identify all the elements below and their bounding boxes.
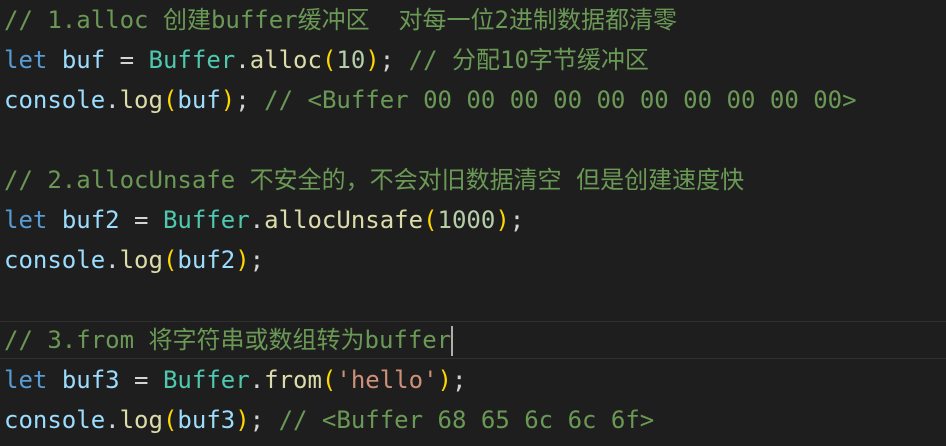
bracket-token: ( bbox=[321, 366, 337, 394]
punctuation-token: ; bbox=[451, 366, 467, 394]
comment-token: // 2.allocUnsafe 不安全的，不会对旧数据清空 但是创建速度快 bbox=[4, 166, 745, 194]
code-line[interactable]: // 3.from 将字符串或数组转为buffer bbox=[4, 320, 454, 360]
class-token: Buffer bbox=[148, 46, 236, 74]
function-token: alloc bbox=[249, 46, 322, 74]
variable-token: console bbox=[4, 246, 106, 274]
number-literal: 1000 bbox=[437, 206, 496, 234]
comment-token: // <Buffer 00 00 00 00 00 00 00 00 00 00… bbox=[264, 86, 857, 114]
variable-token: console bbox=[4, 406, 106, 434]
keyword-token: let bbox=[4, 366, 48, 394]
bracket-token: ) bbox=[437, 366, 452, 394]
punctuation-token: . bbox=[249, 206, 265, 234]
variable-token: buf bbox=[177, 86, 221, 114]
class-token: Buffer bbox=[162, 206, 250, 234]
punctuation-token: ; bbox=[249, 246, 265, 274]
code-line[interactable]: let buf3 = Buffer.from('hello'); bbox=[4, 360, 466, 400]
bracket-token: ( bbox=[321, 46, 337, 74]
text-cursor bbox=[451, 326, 454, 356]
code-line[interactable]: console.log(buf); // <Buffer 00 00 00 00… bbox=[4, 80, 857, 120]
punctuation-token: ; bbox=[235, 86, 265, 114]
bracket-token: ( bbox=[162, 86, 178, 114]
punctuation-token bbox=[47, 206, 61, 234]
punctuation-token: . bbox=[235, 46, 250, 74]
punctuation-token bbox=[47, 366, 61, 394]
bracket-token: ) bbox=[365, 46, 380, 74]
bracket-token: ) bbox=[235, 406, 250, 434]
function-token: log bbox=[119, 406, 163, 434]
comment-token: // 3.from 将字符串或数组转为buffer bbox=[4, 326, 452, 354]
punctuation-token: . bbox=[105, 406, 120, 434]
punctuation-token: . bbox=[105, 246, 120, 274]
punctuation-token: . bbox=[105, 86, 120, 114]
variable-token: console bbox=[4, 86, 106, 114]
punctuation-token: = bbox=[119, 366, 163, 394]
code-line[interactable]: // 1.alloc 创建buffer缓冲区 对每一位2进制数据都清零 bbox=[4, 0, 677, 40]
function-token: log bbox=[119, 246, 163, 274]
variable-token: buf bbox=[61, 46, 106, 74]
function-token: log bbox=[119, 86, 163, 114]
punctuation-token: = bbox=[105, 46, 149, 74]
class-token: Buffer bbox=[162, 366, 250, 394]
function-token: from bbox=[264, 366, 322, 394]
punctuation-token: = bbox=[119, 206, 163, 234]
code-line[interactable]: console.log(buf3); // <Buffer 68 65 6c 6… bbox=[4, 400, 654, 440]
code-line[interactable]: let buf = Buffer.alloc(10); // 分配10字节缓冲区 bbox=[4, 40, 649, 80]
code-line[interactable]: // 2.allocUnsafe 不安全的，不会对旧数据清空 但是创建速度快 bbox=[4, 160, 744, 200]
variable-token: buf2 bbox=[61, 206, 120, 234]
variable-token: buf2 bbox=[177, 246, 236, 274]
punctuation-token: . bbox=[249, 366, 265, 394]
bracket-token: ( bbox=[423, 206, 438, 234]
bracket-token: ( bbox=[162, 246, 178, 274]
comment-token: // 1.alloc 创建buffer缓冲区 对每一位2进制数据都清零 bbox=[4, 6, 677, 34]
code-line[interactable]: let buf2 = Buffer.allocUnsafe(1000); bbox=[4, 200, 524, 240]
bracket-token: ( bbox=[162, 406, 178, 434]
variable-token: buf3 bbox=[61, 366, 120, 394]
comment-token: // 分配10字节缓冲区 bbox=[408, 46, 649, 74]
code-editor[interactable]: // 1.alloc 创建buffer缓冲区 对每一位2进制数据都清零 let b… bbox=[0, 0, 946, 446]
bracket-token: ) bbox=[495, 206, 510, 234]
punctuation-token bbox=[47, 46, 61, 74]
function-token: allocUnsafe bbox=[264, 206, 424, 234]
keyword-token: let bbox=[4, 206, 48, 234]
punctuation-token: ; bbox=[379, 46, 409, 74]
bracket-token: ) bbox=[220, 86, 236, 114]
keyword-token: let bbox=[4, 46, 48, 74]
string-literal: 'hello' bbox=[336, 366, 438, 394]
code-line[interactable]: console.log(buf2); bbox=[4, 240, 264, 280]
number-literal: 10 bbox=[336, 46, 366, 74]
punctuation-token: ; bbox=[509, 206, 525, 234]
bracket-token: ) bbox=[235, 246, 250, 274]
comment-token: // <Buffer 68 65 6c 6c 6f> bbox=[278, 406, 655, 434]
punctuation-token: ; bbox=[249, 406, 279, 434]
variable-token: buf3 bbox=[177, 406, 236, 434]
